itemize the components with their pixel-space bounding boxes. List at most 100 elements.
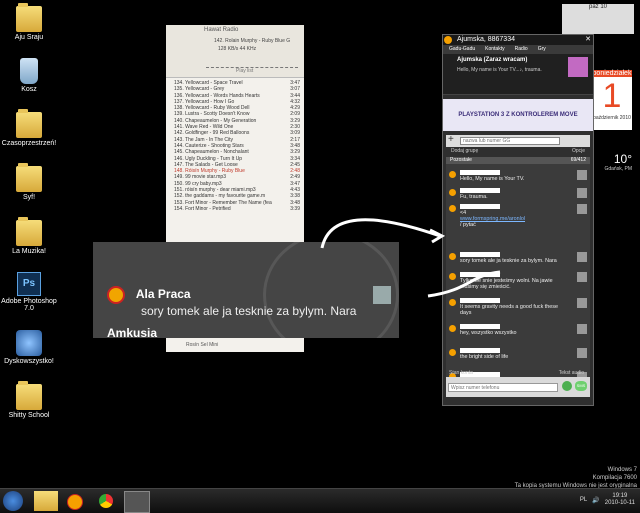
volume-icon[interactable]: 🔊 (592, 497, 599, 504)
avatar (577, 298, 587, 308)
contact-item[interactable]: sory tomek ale ja tesknie za bylym. Nara (446, 252, 590, 264)
playlist-track[interactable]: 154. Fort Minor - Petrified 3:39 (174, 206, 300, 212)
chrome-taskbar-icon[interactable] (96, 491, 120, 511)
month-year: październik 2010 (593, 115, 631, 121)
advert-banner[interactable]: PLAYSTATION 3 Z KONTROLEREM MOVE (443, 99, 593, 131)
status-sun-icon (449, 189, 456, 196)
phone-number-input[interactable] (448, 383, 558, 392)
desktop-icon-recycle-bin[interactable]: Kosz (0, 58, 58, 93)
add-contact-icon[interactable]: + (448, 134, 454, 145)
track-duration: 3:39 (290, 205, 300, 212)
status-sun-icon (107, 286, 125, 304)
weather-gadget[interactable]: 10° Gdańsk, PM (592, 152, 632, 182)
photoshop-icon: Ps (17, 272, 41, 296)
account-status-label[interactable]: Stan konta (449, 370, 473, 376)
search-input[interactable] (460, 137, 560, 145)
contact-item[interactable]: the bright side of life (446, 348, 590, 360)
zoomed-chat-overlay: Ala Praca sory tomek ale ja tesknie za b… (93, 242, 399, 338)
media-player-taskbar-icon[interactable] (124, 491, 150, 513)
status-sun-icon (449, 171, 456, 178)
group-header[interactable]: Pozostałe 69/412 (446, 157, 590, 164)
track-title: 154. Fort Minor - Petrified (174, 205, 231, 212)
zoom-contact-name: Amkusia (107, 326, 158, 338)
window-title: Ajumska, 8867334 (457, 36, 515, 43)
contact-item[interactable]: Fu, trauma. (446, 188, 590, 200)
desktop-icon-photoshop[interactable]: Ps Adobe Photoshop 7.0 (0, 272, 58, 312)
window-titlebar[interactable]: Ajumska, 8867334 ✕ (443, 35, 593, 45)
watermark-line: Windows 7 (607, 467, 637, 473)
contact-description: days (460, 310, 472, 316)
desktop-icon-aju-sraju[interactable]: Aju Sraju (0, 3, 58, 41)
recycle-bin-icon (20, 58, 38, 84)
windows-watermark: Windows 7 Kompilacja 7600 Ta kopia syste… (515, 466, 637, 490)
desktop-icon-la-muzika[interactable]: La Muzika! (0, 217, 58, 255)
status-sun-icon (449, 273, 456, 280)
gadu-gadu-window[interactable]: Ajumska, 8867334 ✕ Gadu-Gadu Kontakty Ra… (442, 34, 594, 406)
avatar[interactable] (568, 57, 588, 77)
desktop-icon-label: Aju Sraju (14, 34, 44, 41)
taskbar: PL 🔊 19:19 2010-10-11 (0, 488, 640, 513)
desktop-icon-dyskowszystko[interactable]: Dyskowszystko! (0, 330, 58, 365)
contact-list[interactable]: Hello, My name is Your TV. Fu, trauma. <4 w… (446, 164, 590, 390)
watermark-line: Kompilacja 7600 (592, 475, 637, 481)
clock[interactable]: 19:19 2010-10-11 (605, 493, 635, 507)
redacted-contact-name (460, 348, 500, 354)
calendar-gadget[interactable]: paź 10 (562, 4, 634, 34)
group-name: Pozostałe (450, 157, 472, 163)
system-tray: PL 🔊 19:19 2010-10-11 (580, 493, 635, 507)
contact-description: the bright side of life (460, 354, 509, 360)
contact-item[interactable]: <4 www.formspring.me/aronlol / pytać (446, 204, 590, 228)
own-description[interactable]: Hello, My name is Your TV...♪, trauma. (457, 67, 542, 73)
desktop-icon-label: Dyskowszystko! (4, 358, 54, 365)
contact-item[interactable]: hey, wszystko wszystko (446, 324, 590, 336)
desktop-icon-label: Kosz (21, 86, 37, 93)
toolbar: Dodaj grupę Opcje (443, 147, 593, 157)
own-status-name: Ajumska (Zaraz wracam) (457, 57, 528, 63)
folder-icon (16, 217, 42, 246)
redacted-contact-name (460, 204, 500, 210)
contact-item[interactable]: It seems gravity needs a good fuck these… (446, 298, 590, 316)
playlist-label: Play list (236, 68, 254, 74)
options-link[interactable]: Opcje (572, 148, 585, 156)
day-name: poniedziałek (592, 70, 632, 77)
desktop-icon-label: Syf! (22, 194, 36, 201)
redacted-contact-name (460, 170, 500, 176)
desktop-icon-syf[interactable]: Syf! (0, 163, 58, 201)
contact-item[interactable]: Tylko we snie jesteśmy wolni. Na jawie mu… (446, 272, 590, 290)
explorer-taskbar-icon[interactable] (34, 491, 58, 511)
menu-radio[interactable]: Radio (515, 45, 528, 54)
call-icon[interactable] (562, 381, 572, 391)
date-gadget[interactable]: poniedziałek 1 październik 2010 (592, 70, 632, 130)
sms-icon[interactable]: SMS (575, 381, 587, 391)
clock-time: 19:19 (612, 493, 628, 499)
player-header: Hawat Radio 142. Rolain Murphy - Ruby Bl… (166, 25, 304, 78)
avatar (577, 272, 587, 282)
desktop-icon-czasoprzestrzen[interactable]: Czasoprzestrzeń! (0, 109, 58, 147)
folder-icon (16, 163, 42, 192)
desktop-icon-shitty-school[interactable]: Shitty School (0, 381, 58, 419)
desktop-icon-label: Shitty School (8, 412, 50, 419)
desktop-icon-label: Czasoprzestrzeń! (1, 140, 57, 147)
contact-description: musimy się zmieścić. (460, 284, 511, 290)
menu-kontakty[interactable]: Kontakty (485, 45, 504, 54)
zoom-contact-row: Amkusia (107, 326, 157, 338)
menu-gadu-gadu[interactable]: Gadu-Gadu (449, 45, 475, 54)
network-drive-icon (16, 330, 42, 356)
folder-icon (16, 109, 42, 138)
own-profile[interactable]: Ajumska (Zaraz wracam) Hello, My name is… (443, 54, 593, 95)
music-player-playlist-window[interactable]: Hawat Radio 142. Rolain Murphy - Ruby Bl… (166, 25, 304, 247)
status-sun-icon (449, 253, 456, 260)
add-group-link[interactable]: Dodaj grupę (451, 148, 478, 156)
search-bar: + (446, 134, 590, 147)
language-indicator[interactable]: PL (580, 497, 587, 503)
text-audio-label[interactable]: Tekst audio (559, 370, 584, 376)
contact-item[interactable]: Hello, My name is Your TV. (446, 170, 590, 182)
close-icon[interactable]: ✕ (585, 35, 591, 45)
zoom-contact-row: Ala Praca (107, 286, 191, 304)
gadu-gadu-taskbar-icon[interactable] (64, 491, 88, 511)
player-footer: Rosín Sel Mini (166, 338, 304, 352)
menu-gry[interactable]: Gry (538, 45, 546, 54)
player-title: Hawat Radio (204, 27, 239, 33)
group-count: 69/412 (570, 157, 586, 163)
start-button[interactable] (3, 491, 23, 511)
